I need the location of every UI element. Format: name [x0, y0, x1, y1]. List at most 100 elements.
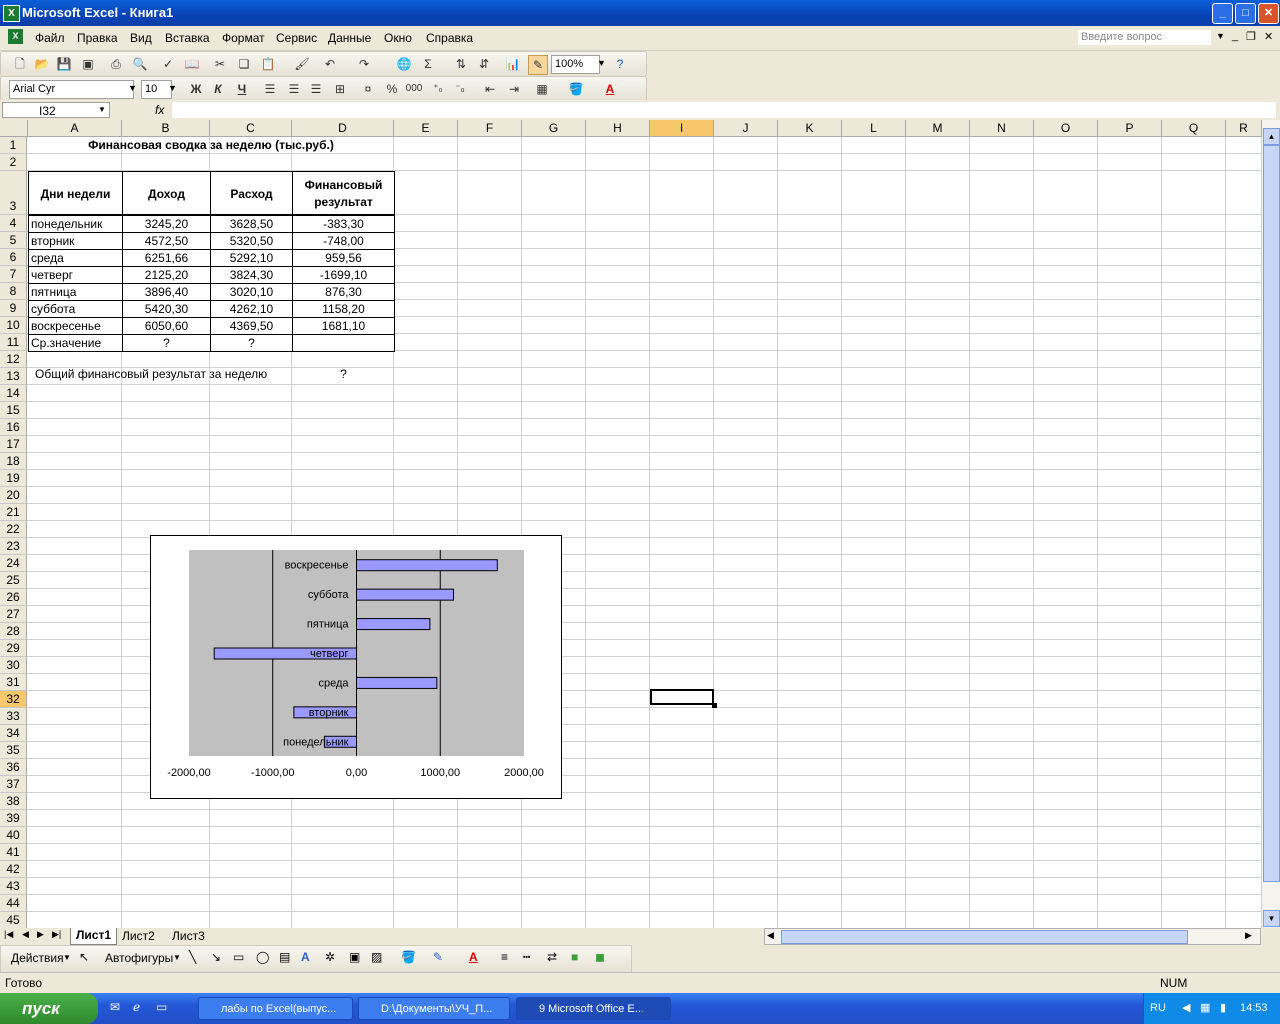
- value-cell[interactable]: 3628,50: [210, 215, 293, 233]
- autoshapes-dropdown-icon[interactable]: ▼: [173, 953, 181, 962]
- value-cell[interactable]: 959,56: [292, 249, 395, 267]
- undo-icon[interactable]: ↶: [321, 55, 339, 73]
- research-icon[interactable]: 📖: [183, 55, 201, 73]
- value-cell[interactable]: 6050,60: [122, 317, 211, 335]
- value-cell[interactable]: 4262,10: [210, 300, 293, 318]
- comma-style-button[interactable]: 000: [405, 80, 423, 98]
- doc-close-button[interactable]: ✕: [1264, 30, 1273, 43]
- row-header[interactable]: 35: [0, 742, 27, 759]
- prev-sheet-icon[interactable]: ◀: [22, 929, 29, 940]
- tab-list1[interactable]: Лист1: [70, 928, 118, 945]
- sort-descending-icon[interactable]: ⇵: [475, 55, 493, 73]
- print-preview-icon[interactable]: 🔍: [131, 55, 149, 73]
- menu-data[interactable]: Данные: [328, 31, 371, 45]
- autoshapes-menu[interactable]: Автофигуры: [105, 951, 173, 965]
- header-days[interactable]: Дни недели: [28, 171, 123, 215]
- taskbar-button-word[interactable]: лабы по Excel(выпус...: [198, 997, 353, 1020]
- value-cell[interactable]: 4572,50: [122, 232, 211, 250]
- row-header[interactable]: 17: [0, 436, 27, 453]
- italic-button[interactable]: К: [209, 80, 227, 98]
- taskbar-button-excel[interactable]: 9 Microsoft Office E...: [516, 997, 671, 1020]
- language-indicator[interactable]: RU: [1150, 1002, 1166, 1014]
- wordart-icon[interactable]: A: [301, 950, 310, 964]
- row-header[interactable]: 30: [0, 657, 27, 674]
- help-icon[interactable]: ?: [611, 55, 629, 73]
- hyperlink-icon[interactable]: 🌐: [395, 55, 413, 73]
- value-cell[interactable]: 2125,20: [122, 266, 211, 284]
- total-label[interactable]: Общий финансовый результат за неделю: [35, 366, 305, 383]
- row-header[interactable]: 6: [0, 249, 27, 266]
- column-header-p[interactable]: P: [1098, 120, 1162, 137]
- row-header[interactable]: 26: [0, 589, 27, 606]
- day-cell[interactable]: вторник: [28, 232, 123, 250]
- value-cell[interactable]: 5292,10: [210, 249, 293, 267]
- tray-volume-icon[interactable]: ▮: [1220, 1001, 1226, 1014]
- row-header[interactable]: 29: [0, 640, 27, 657]
- row-header[interactable]: 3: [0, 171, 27, 215]
- clipart-icon[interactable]: ▣: [349, 950, 360, 964]
- row-header[interactable]: 43: [0, 878, 27, 895]
- formula-input[interactable]: [172, 102, 1276, 118]
- name-box-dropdown-icon[interactable]: ▼: [98, 105, 106, 114]
- new-icon[interactable]: 🗋: [11, 55, 29, 73]
- font-size-dropdown-icon[interactable]: ▼: [168, 83, 177, 93]
- row-header[interactable]: 2: [0, 154, 27, 171]
- shadow-icon[interactable]: ■: [571, 950, 578, 964]
- header-expense[interactable]: Расход: [210, 171, 293, 215]
- row-header[interactable]: 19: [0, 470, 27, 487]
- value-cell[interactable]: 6251,66: [122, 249, 211, 267]
- next-sheet-icon[interactable]: ▶: [37, 929, 44, 940]
- column-header-q[interactable]: Q: [1162, 120, 1226, 137]
- cut-icon[interactable]: ✂: [211, 55, 229, 73]
- value-cell[interactable]: 876,30: [292, 283, 395, 301]
- menu-edit[interactable]: Правка: [77, 31, 118, 45]
- menu-format[interactable]: Формат: [222, 31, 265, 45]
- actions-menu[interactable]: Действия: [11, 951, 64, 965]
- column-header-a[interactable]: A: [28, 120, 122, 137]
- column-header-h[interactable]: H: [586, 120, 650, 137]
- day-cell[interactable]: четверг: [28, 266, 123, 284]
- tab-list2[interactable]: Лист2: [122, 929, 155, 943]
- name-box[interactable]: I32: [2, 102, 110, 118]
- arrow-style-icon[interactable]: ⇄: [547, 950, 557, 964]
- row-header[interactable]: 1: [0, 137, 27, 154]
- row-header[interactable]: 16: [0, 419, 27, 436]
- row-header[interactable]: 42: [0, 861, 27, 878]
- column-header-c[interactable]: C: [210, 120, 292, 137]
- day-cell[interactable]: Ср.значение: [28, 334, 123, 352]
- value-cell[interactable]: 3020,10: [210, 283, 293, 301]
- row-header[interactable]: 21: [0, 504, 27, 521]
- select-all-corner[interactable]: [0, 120, 28, 137]
- column-header-d[interactable]: D: [292, 120, 394, 137]
- actions-dropdown-icon[interactable]: ▼: [63, 953, 71, 962]
- day-cell[interactable]: понедельник: [28, 215, 123, 233]
- value-cell[interactable]: 3824,30: [210, 266, 293, 284]
- value-cell[interactable]: ?: [122, 334, 211, 352]
- maximize-button[interactable]: □: [1235, 3, 1256, 24]
- save-icon[interactable]: 💾: [55, 55, 73, 73]
- increase-decimal-icon[interactable]: ⁺₀: [429, 80, 447, 98]
- row-header[interactable]: 11: [0, 334, 27, 351]
- vertical-scrollbar[interactable]: ▲ ▼: [1262, 120, 1280, 928]
- menu-file[interactable]: Файл: [35, 31, 65, 45]
- fill-color-draw-icon[interactable]: 🪣: [401, 950, 416, 964]
- header-income[interactable]: Доход: [122, 171, 211, 215]
- row-header[interactable]: 36: [0, 759, 27, 776]
- select-objects-icon[interactable]: ↖: [79, 950, 89, 964]
- row-header[interactable]: 31: [0, 674, 27, 691]
- print-icon[interactable]: ⎙: [107, 55, 125, 73]
- merge-center-icon[interactable]: ⊞: [331, 80, 349, 98]
- bold-button[interactable]: Ж: [187, 80, 205, 98]
- zoom-select[interactable]: 100%: [551, 55, 600, 74]
- redo-icon[interactable]: ↷: [355, 55, 373, 73]
- taskbar-button-explorer[interactable]: D:\Документы\УЧ_П...: [358, 997, 510, 1020]
- row-header[interactable]: 24: [0, 555, 27, 572]
- horizontal-scroll-thumb[interactable]: [781, 930, 1188, 944]
- row-header[interactable]: 44: [0, 895, 27, 912]
- textbox-icon[interactable]: ▤: [279, 950, 290, 964]
- align-center-icon[interactable]: ☰: [285, 80, 303, 98]
- column-header-k[interactable]: K: [778, 120, 842, 137]
- table-title[interactable]: Финансовая сводка за неделю (тыс.руб.): [28, 137, 394, 154]
- quicklaunch-outlook-icon[interactable]: ✉: [110, 1000, 120, 1014]
- column-header-o[interactable]: O: [1034, 120, 1098, 137]
